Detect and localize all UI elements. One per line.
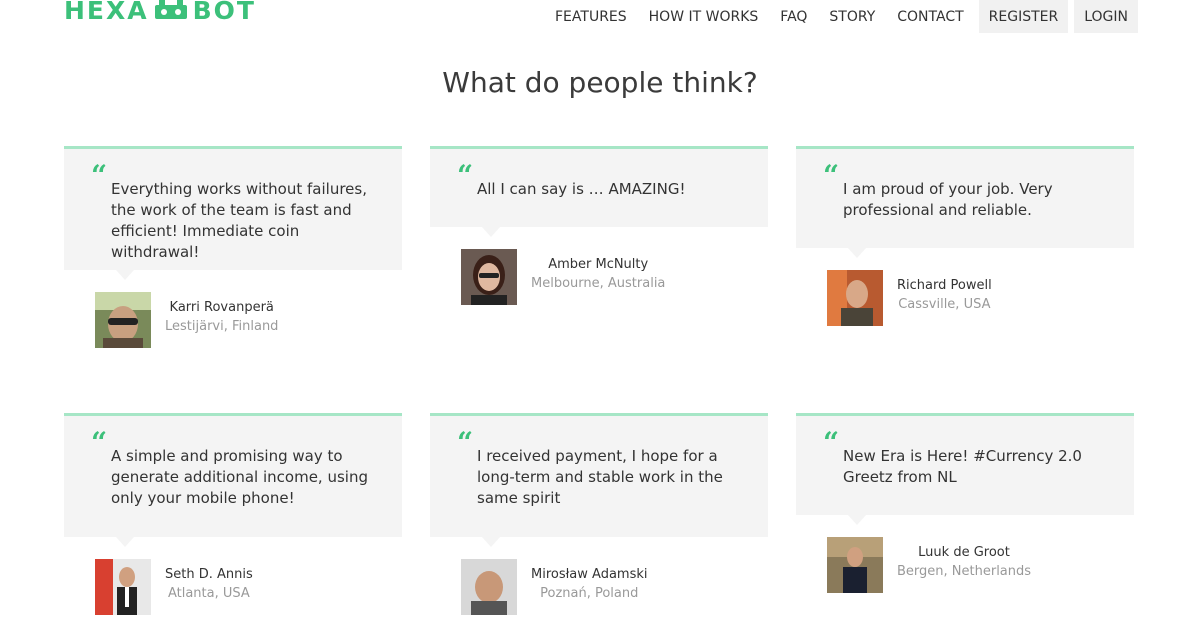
logo-text-left: HEXA [64,0,149,25]
testimonial-text: I received payment, I hope for a long-te… [477,447,723,507]
robot-logo-icon [153,0,189,21]
testimonial-bubble: “ New Era is Here! #Currency 2.0 Greetz … [796,413,1134,525]
testimonial-author: Mirosław Adamski Poznań, Poland [461,559,648,615]
testimonial-bubble: “ All I can say is … AMAZING! [430,146,768,237]
testimonial-bubble: “ I received payment, I hope for a long-… [430,413,768,547]
quote-icon: “ [457,159,474,192]
login-button[interactable]: LOGIN [1074,0,1138,33]
testimonial-card: “ Everything works without failures, the… [64,146,402,348]
author-name: Amber McNulty [548,257,649,272]
author-location: Lestijärvi, Finland [165,319,279,334]
quote-icon: “ [823,159,840,192]
testimonial-card: “ New Era is Here! #Currency 2.0 Greetz … [796,413,1134,593]
author-name: Luuk de Groot [918,545,1010,560]
testimonial-card: “ A simple and promising way to generate… [64,413,402,615]
nav-contact[interactable]: CONTACT [888,0,972,33]
avatar [95,559,151,615]
testimonial-author: Karri Rovanperä Lestijärvi, Finland [95,292,278,348]
testimonial-author: Amber McNulty Melbourne, Australia [461,249,665,305]
author-name: Seth D. Annis [165,567,253,582]
testimonial-text: Everything works without failures, the w… [111,180,367,261]
quote-icon: “ [823,426,840,459]
testimonial-text: New Era is Here! #Currency 2.0 Greetz fr… [843,447,1082,486]
testimonial-author: Luuk de Groot Bergen, Netherlands [827,537,1031,593]
avatar [827,537,883,593]
register-button[interactable]: REGISTER [978,0,1069,33]
author-name: Karri Rovanperä [169,300,274,315]
testimonial-author: Seth D. Annis Atlanta, USA [95,559,253,615]
author-location: Poznań, Poland [540,586,639,601]
avatar [461,559,517,615]
avatar [827,270,883,326]
testimonial-text: I am proud of your job. Very professiona… [843,180,1053,219]
testimonial-bubble: “ I am proud of your job. Very professio… [796,146,1134,258]
nav-story[interactable]: STORY [820,0,884,33]
testimonial-text: A simple and promising way to generate a… [111,447,368,507]
testimonial-card: “ I am proud of your job. Very professio… [796,146,1134,326]
testimonial-bubble: “ A simple and promising way to generate… [64,413,402,547]
nav-how-it-works[interactable]: HOW IT WORKS [640,0,768,33]
testimonial-card: “ All I can say is … AMAZING! Amber McNu… [430,146,768,305]
author-location: Melbourne, Australia [531,276,666,291]
logo[interactable]: HEXA BOT [64,0,256,26]
testimonial-card: “ I received payment, I hope for a long-… [430,413,768,615]
main-nav: FEATURES HOW IT WORKS FAQ STORY CONTACT … [542,0,1138,33]
author-name: Mirosław Adamski [531,567,648,582]
testimonial-author: Richard Powell Cassville, USA [827,270,992,326]
quote-icon: “ [457,426,474,459]
author-location: Atlanta, USA [167,586,250,601]
page-title: What do people think? [442,66,758,99]
testimonial-text: All I can say is … AMAZING! [477,180,686,198]
avatar [95,292,151,348]
author-location: Bergen, Netherlands [897,564,1032,579]
author-name: Richard Powell [897,278,992,293]
testimonial-bubble: “ Everything works without failures, the… [64,146,402,280]
logo-text-right: BOT [192,0,256,25]
quote-icon: “ [91,159,108,192]
nav-features[interactable]: FEATURES [546,0,636,33]
nav-faq[interactable]: FAQ [771,0,816,33]
avatar [461,249,517,305]
quote-icon: “ [91,426,108,459]
author-location: Cassville, USA [898,297,991,312]
